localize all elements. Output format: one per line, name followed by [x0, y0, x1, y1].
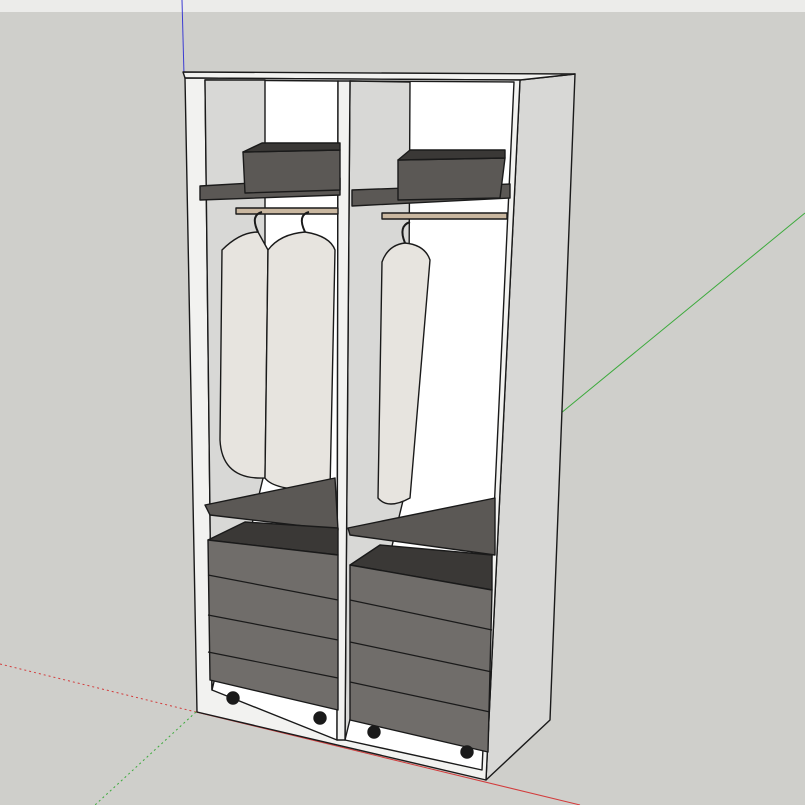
wardrobe-model[interactable] [182, 71, 576, 781]
left-storage-box-lid [242, 142, 341, 153]
model-viewport[interactable] [0, 0, 805, 805]
scene-canvas[interactable] [0, 0, 805, 805]
garment-bag-1 [219, 231, 269, 479]
garment-bag-2 [264, 231, 336, 491]
caster-wheel [367, 725, 381, 739]
left-drawer-unit [207, 539, 339, 711]
right-hanging-rail [381, 212, 508, 220]
right-storage-box-lid [397, 149, 506, 161]
left-storage-box [242, 149, 341, 194]
right-storage-box [397, 157, 506, 201]
caster-wheel [313, 711, 327, 725]
caster-wheel [460, 745, 474, 759]
left-hanging-rail [235, 207, 339, 215]
caster-wheel [226, 691, 240, 705]
right-drawer-unit [349, 564, 493, 753]
